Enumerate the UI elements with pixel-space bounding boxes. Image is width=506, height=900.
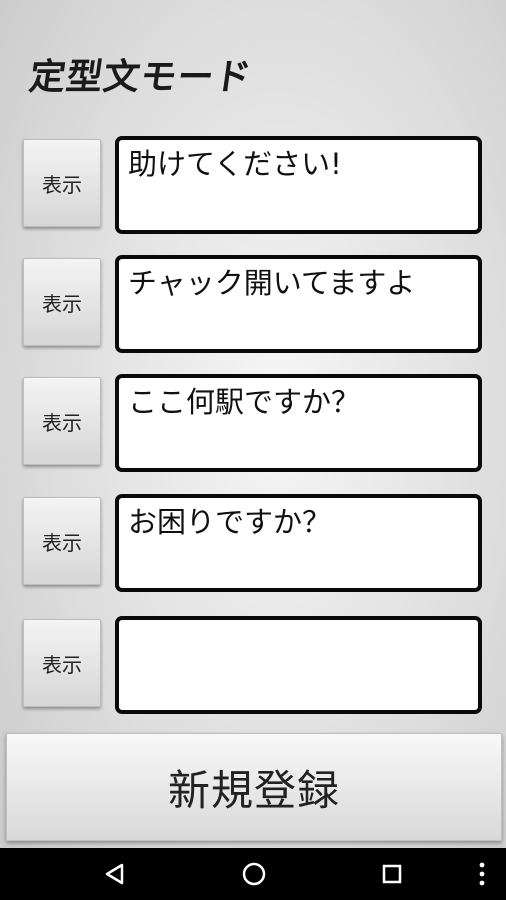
show-button[interactable]: 表示 [23, 258, 101, 346]
show-button[interactable]: 表示 [23, 377, 101, 465]
list-item: 表示 チャック開いてますよ [0, 255, 506, 355]
list-item: 表示 お困りですか？ [0, 494, 506, 594]
page-title: 定型文モード [26, 57, 255, 98]
phrase-field[interactable]: 助けてください! [115, 136, 482, 234]
phrase-field[interactable]: チャック開いてますよ [115, 255, 482, 353]
phrase-field[interactable]: お困りですか？ [115, 494, 482, 592]
register-button[interactable]: 新規登録 [6, 733, 502, 841]
show-button[interactable]: 表示 [23, 497, 101, 585]
recents-square-icon[interactable] [366, 848, 418, 900]
list-item: 表示 ここ何駅ですか？ [0, 374, 506, 474]
home-circle-icon[interactable] [228, 848, 280, 900]
phrase-field[interactable] [115, 616, 482, 714]
navigation-bar [0, 848, 506, 900]
more-vertical-icon[interactable] [466, 848, 498, 900]
phrase-field[interactable]: ここ何駅ですか？ [115, 374, 482, 472]
list-item: 表示 [0, 616, 506, 716]
back-triangle-icon[interactable] [88, 848, 140, 900]
show-button[interactable]: 表示 [23, 619, 101, 707]
show-button[interactable]: 表示 [23, 139, 101, 227]
list-item: 表示 助けてください! [0, 136, 506, 236]
